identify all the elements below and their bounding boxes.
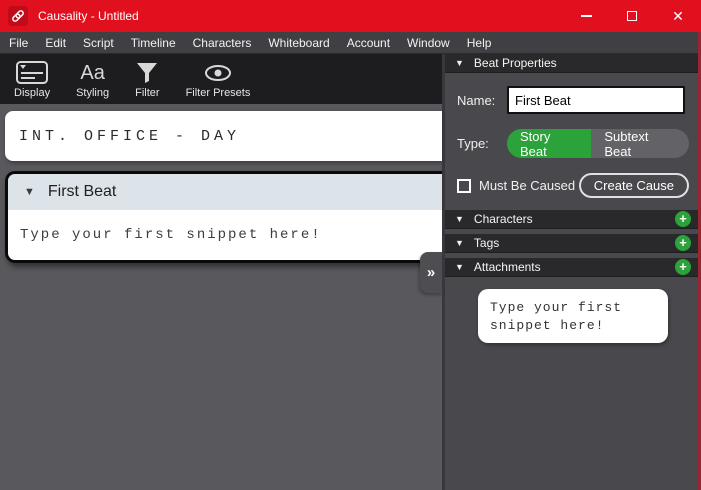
eye-icon [203, 59, 233, 86]
sidebar-collapse-tab[interactable]: » [420, 252, 442, 293]
script-content: INT. OFFICE - DAY ▼ First Beat Type your… [0, 104, 442, 490]
app-logo-icon [8, 6, 28, 26]
properties-sidebar: ▼ Beat Properties Name: Type: Story Beat… [445, 54, 701, 490]
beat-title: First Beat [47, 183, 117, 200]
must-be-caused-checkbox[interactable] [457, 178, 471, 193]
triangle-down-icon: ▼ [455, 58, 464, 68]
menu-window[interactable]: Window [407, 36, 450, 50]
section-header-tags[interactable]: ▼ Tags + [445, 234, 701, 253]
close-button[interactable]: ✕ [655, 0, 701, 32]
beat-type-segmented-control: Story Beat Subtext Beat [507, 129, 689, 158]
triangle-down-icon: ▼ [455, 214, 464, 224]
attachment-snippet-text: Type your first snippet here! [490, 300, 623, 333]
menu-characters[interactable]: Characters [193, 36, 252, 50]
type-label: Type: [457, 136, 489, 151]
collapse-triangle-icon: ▼ [24, 186, 35, 198]
chevron-right-icon: » [426, 264, 436, 281]
add-tag-button[interactable]: + [675, 235, 691, 251]
close-icon: ✕ [672, 8, 684, 24]
beat-properties-body: Name: Type: Story Beat Subtext Beat Must… [445, 73, 701, 210]
section-header-attachments[interactable]: ▼ Attachments + [445, 258, 701, 277]
display-icon [15, 59, 49, 86]
add-character-button[interactable]: + [675, 211, 691, 227]
menu-timeline[interactable]: Timeline [131, 36, 176, 50]
beat-snippet-text: Type your first snippet here! [20, 227, 322, 243]
styling-label: Styling [76, 87, 110, 99]
add-attachment-button[interactable]: + [675, 259, 691, 275]
menu-script[interactable]: Script [83, 36, 114, 50]
filter-presets-button[interactable]: Filter Presets [185, 59, 251, 99]
window-controls: ✕ [563, 0, 701, 32]
characters-label: Characters [473, 212, 533, 226]
minimize-icon [580, 15, 592, 17]
section-header-characters[interactable]: ▼ Characters + [445, 210, 701, 229]
section-header-beat-properties[interactable]: ▼ Beat Properties [445, 54, 701, 73]
type-row: Type: Story Beat Subtext Beat [457, 129, 689, 158]
scene-heading-card[interactable]: INT. OFFICE - DAY [5, 111, 442, 161]
must-be-caused-row: Must Be Caused Create Cause [457, 173, 689, 198]
beat-card-header[interactable]: ▼ First Beat [8, 174, 442, 210]
window-title: Causality - Untitled [38, 9, 139, 23]
menu-file[interactable]: File [9, 36, 28, 50]
maximize-button[interactable] [609, 0, 655, 32]
beat-card-body[interactable]: Type your first snippet here! [8, 210, 442, 260]
name-label: Name: [457, 92, 496, 108]
beat-card: ▼ First Beat Type your first snippet her… [5, 171, 442, 263]
toolbar: Display Aa Styling Filter Filter Presets [0, 54, 442, 104]
script-panel: Display Aa Styling Filter Filter Presets… [0, 54, 445, 490]
attachment-snippet-card[interactable]: Type your first snippet here! [478, 289, 668, 343]
filter-presets-label: Filter Presets [185, 87, 251, 99]
story-beat-option[interactable]: Story Beat [507, 129, 592, 158]
menu-whiteboard[interactable]: Whiteboard [268, 36, 329, 50]
menubar: File Edit Script Timeline Characters Whi… [0, 32, 701, 54]
triangle-down-icon: ▼ [455, 238, 464, 248]
attachments-label: Attachments [473, 260, 541, 274]
name-row: Name: [457, 86, 689, 114]
app-window: Causality - Untitled ✕ File Edit Script … [0, 0, 701, 490]
titlebar: Causality - Untitled ✕ [0, 0, 701, 32]
filter-button[interactable]: Filter [135, 59, 160, 99]
maximize-icon [627, 11, 637, 21]
beat-properties-label: Beat Properties [473, 56, 557, 70]
triangle-down-icon: ▼ [455, 262, 464, 272]
tags-label: Tags [473, 236, 500, 250]
display-button[interactable]: Display [14, 59, 50, 99]
scene-heading-text: INT. OFFICE - DAY [19, 127, 241, 145]
create-cause-button[interactable]: Create Cause [578, 173, 689, 198]
must-be-caused-label: Must Be Caused [479, 178, 576, 193]
menu-help[interactable]: Help [467, 36, 492, 50]
main-area: Display Aa Styling Filter Filter Presets… [0, 54, 701, 490]
menu-edit[interactable]: Edit [45, 36, 66, 50]
styling-button[interactable]: Aa Styling [76, 59, 110, 100]
filter-icon [136, 59, 158, 86]
styling-icon: Aa [80, 61, 105, 84]
filter-label: Filter [135, 87, 160, 99]
minimize-button[interactable] [563, 0, 609, 32]
display-label: Display [14, 87, 51, 99]
subtext-beat-option[interactable]: Subtext Beat [591, 129, 689, 158]
menu-account[interactable]: Account [347, 36, 390, 50]
beat-name-input[interactable] [507, 86, 685, 114]
